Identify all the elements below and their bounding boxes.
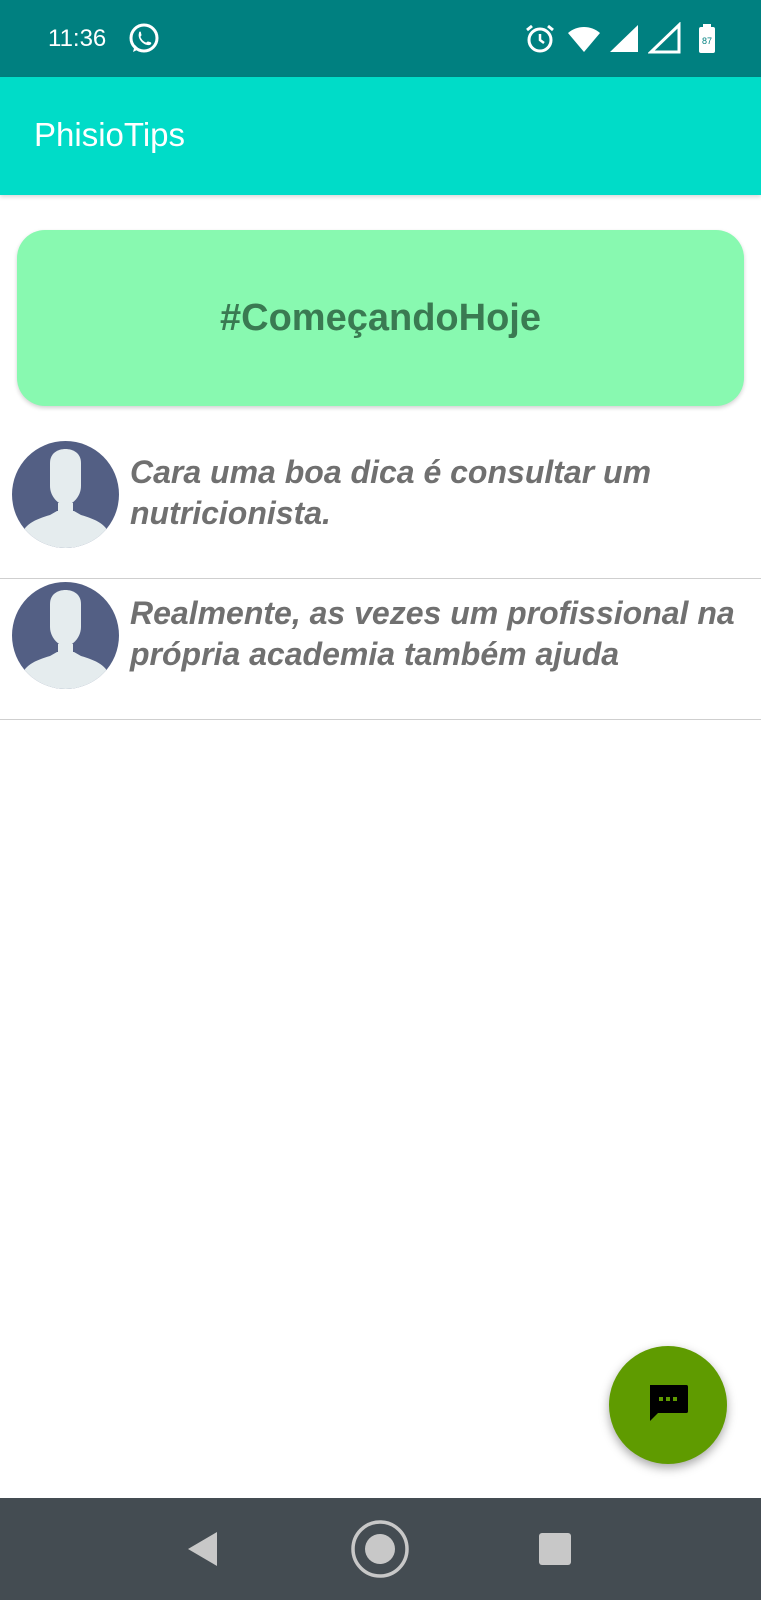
comment-list: Cara uma boa dica é consultar um nutrici… xyxy=(0,438,761,720)
status-bar: 11:36 87 xyxy=(0,0,761,77)
home-icon[interactable] xyxy=(349,1518,411,1580)
app-title: PhisioTips xyxy=(34,116,185,153)
back-icon[interactable] xyxy=(172,1518,234,1580)
app-bar: PhisioTips xyxy=(0,77,761,195)
comment-text: Realmente, as vezes um profissional na p… xyxy=(130,595,735,672)
battery-level: 87 xyxy=(702,36,712,46)
screen: 11:36 87 PhisioTips #ComeçandoHoje Cara … xyxy=(0,0,761,1600)
comment-text: Cara uma boa dica é consultar um nutrici… xyxy=(130,454,652,531)
chat-icon xyxy=(645,1380,691,1431)
new-comment-button[interactable] xyxy=(609,1346,727,1464)
signal-icon xyxy=(607,22,641,56)
status-time: 11:36 xyxy=(48,25,107,52)
list-item[interactable]: Cara uma boa dica é consultar um nutrici… xyxy=(0,438,761,579)
system-nav-bar xyxy=(0,1498,761,1600)
hashtag-card[interactable]: #ComeçandoHoje xyxy=(17,230,744,406)
wifi-icon xyxy=(567,22,601,56)
avatar xyxy=(12,441,119,548)
avatar xyxy=(12,582,119,689)
recents-icon[interactable] xyxy=(524,1518,586,1580)
alarm-icon xyxy=(523,22,557,56)
list-item[interactable]: Realmente, as vezes um profissional na p… xyxy=(0,579,761,720)
whatsapp-icon xyxy=(127,22,161,56)
hashtag-title: #ComeçandoHoje xyxy=(220,296,541,339)
battery-icon: 87 xyxy=(690,22,724,56)
signal-icon xyxy=(647,21,682,56)
